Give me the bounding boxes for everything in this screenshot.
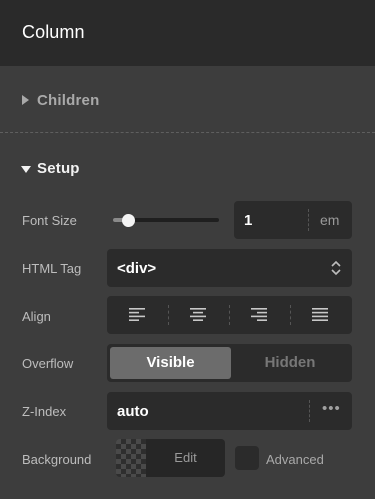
align-button-group xyxy=(107,296,352,334)
html-tag-value: <div> xyxy=(117,260,157,277)
font-size-unit[interactable]: em xyxy=(320,212,339,228)
panel-header: Column xyxy=(0,0,375,66)
z-index-input[interactable]: auto ••• xyxy=(107,392,352,430)
align-justify-icon xyxy=(312,308,328,321)
align-left-button[interactable] xyxy=(107,296,168,334)
chevron-down-icon xyxy=(21,166,31,173)
font-size-input[interactable]: 1 em xyxy=(234,201,352,239)
advanced-checkbox[interactable] xyxy=(235,446,259,470)
field-separator xyxy=(309,400,310,422)
section-setup-label: Setup xyxy=(37,160,80,177)
background-edit-button[interactable]: Edit xyxy=(146,439,225,477)
chevron-right-icon xyxy=(22,95,29,105)
section-children[interactable]: Children xyxy=(0,66,375,132)
align-left-icon xyxy=(129,308,145,321)
font-size-value[interactable]: 1 xyxy=(244,212,252,229)
z-index-label: Z-Index xyxy=(22,404,67,419)
panel-title: Column xyxy=(22,22,85,42)
html-tag-label: HTML Tag xyxy=(22,261,82,276)
align-right-icon xyxy=(251,308,267,321)
overflow-toggle: Visible Hidden xyxy=(107,344,352,382)
chevron-up-down-icon xyxy=(331,260,341,276)
overflow-label: Overflow xyxy=(22,356,74,371)
font-size-label: Font Size xyxy=(22,213,77,228)
more-options-icon[interactable]: ••• xyxy=(322,400,341,417)
background-swatch[interactable] xyxy=(116,439,146,477)
align-justify-button[interactable] xyxy=(290,296,351,334)
section-setup[interactable]: Setup xyxy=(0,134,375,200)
overflow-visible-option[interactable]: Visible xyxy=(110,347,231,379)
background-label: Background xyxy=(22,452,92,467)
overflow-hidden-option[interactable]: Hidden xyxy=(231,347,349,379)
align-label: Align xyxy=(22,309,51,324)
align-center-icon xyxy=(190,308,206,321)
z-index-value[interactable]: auto xyxy=(117,403,149,420)
section-divider xyxy=(0,132,375,133)
font-size-slider-handle[interactable] xyxy=(122,214,135,227)
align-center-button[interactable] xyxy=(168,296,229,334)
section-children-label: Children xyxy=(37,92,100,109)
advanced-label: Advanced xyxy=(266,452,324,467)
field-separator xyxy=(308,209,309,231)
align-right-button[interactable] xyxy=(229,296,290,334)
html-tag-select[interactable]: <div> xyxy=(107,249,352,287)
